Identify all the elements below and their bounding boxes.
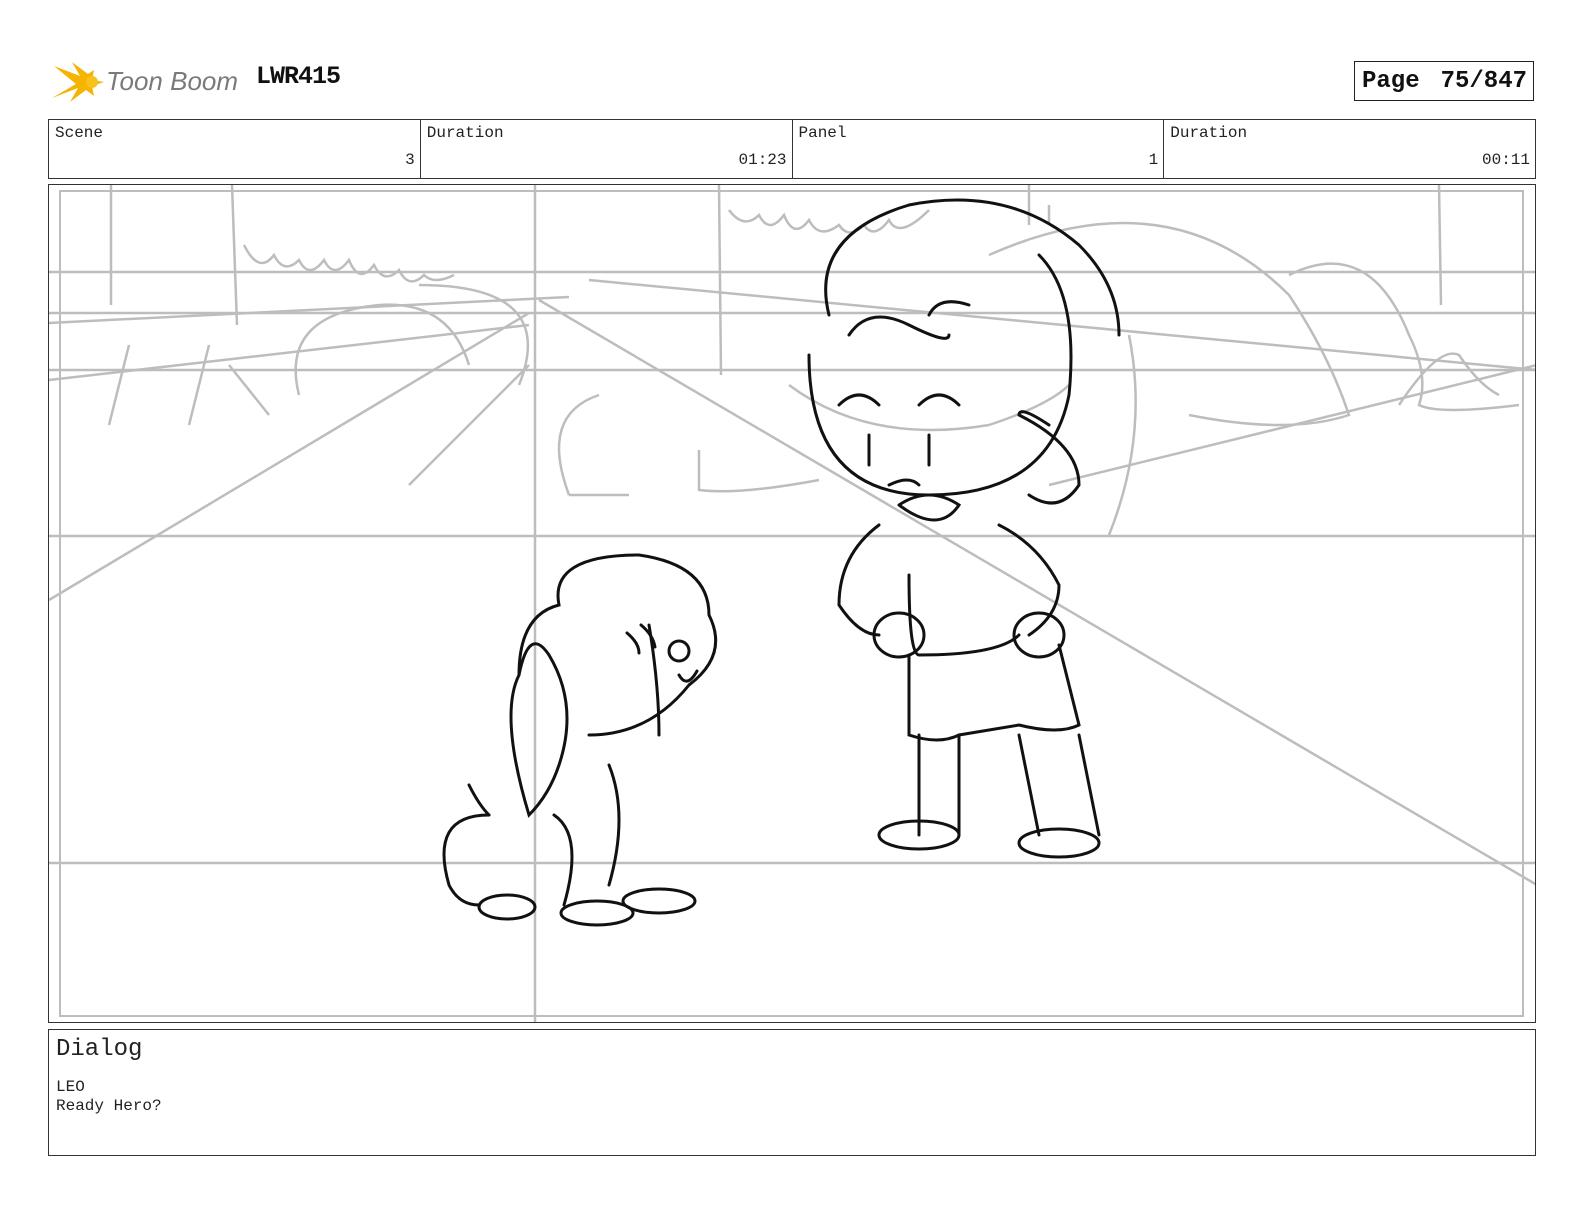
star-burst-icon [52, 62, 104, 102]
page-counter: Page 75/847 [1354, 61, 1534, 101]
dialog-title: Dialog [56, 1036, 143, 1063]
svg-text:Toon Boom: Toon Boom [106, 66, 238, 96]
dialog-speaker: LEO [56, 1078, 85, 1096]
scene-duration-label: Duration [426, 124, 504, 142]
page-label: Page [1362, 67, 1420, 95]
dialog-line: Ready Hero? [56, 1097, 162, 1115]
toon-boom-logo: Toon Boom [50, 56, 240, 106]
background-sketch [49, 185, 1535, 1022]
dog-sketch [442, 553, 718, 927]
panel-duration-value: 00:11 [1481, 151, 1530, 169]
panel-info-row: Scene 3 Duration 01:23 Panel 1 Duration … [48, 119, 1536, 179]
scene-duration-cell: Duration 01:23 [421, 120, 793, 178]
boy-sketch [807, 198, 1121, 859]
panel-value: 1 [1148, 151, 1159, 169]
safe-frame [59, 190, 1524, 1017]
panel-duration-label: Duration [1170, 124, 1248, 142]
project-code: LWR415 [256, 62, 341, 91]
storyboard-panel [48, 184, 1536, 1023]
panel-sketch [49, 185, 1535, 1022]
panel-cell: Panel 1 [793, 120, 1165, 178]
scene-value: 3 [405, 151, 415, 169]
scene-label: Scene [55, 124, 104, 142]
panel-duration-cell: Duration 00:11 [1164, 120, 1535, 178]
page-number: 75/847 [1440, 67, 1527, 95]
scene-cell: Scene 3 [49, 120, 421, 178]
dialog-box: Dialog LEO Ready Hero? [48, 1029, 1536, 1156]
scene-duration-value: 01:23 [738, 151, 787, 169]
panel-label: Panel [798, 124, 847, 142]
